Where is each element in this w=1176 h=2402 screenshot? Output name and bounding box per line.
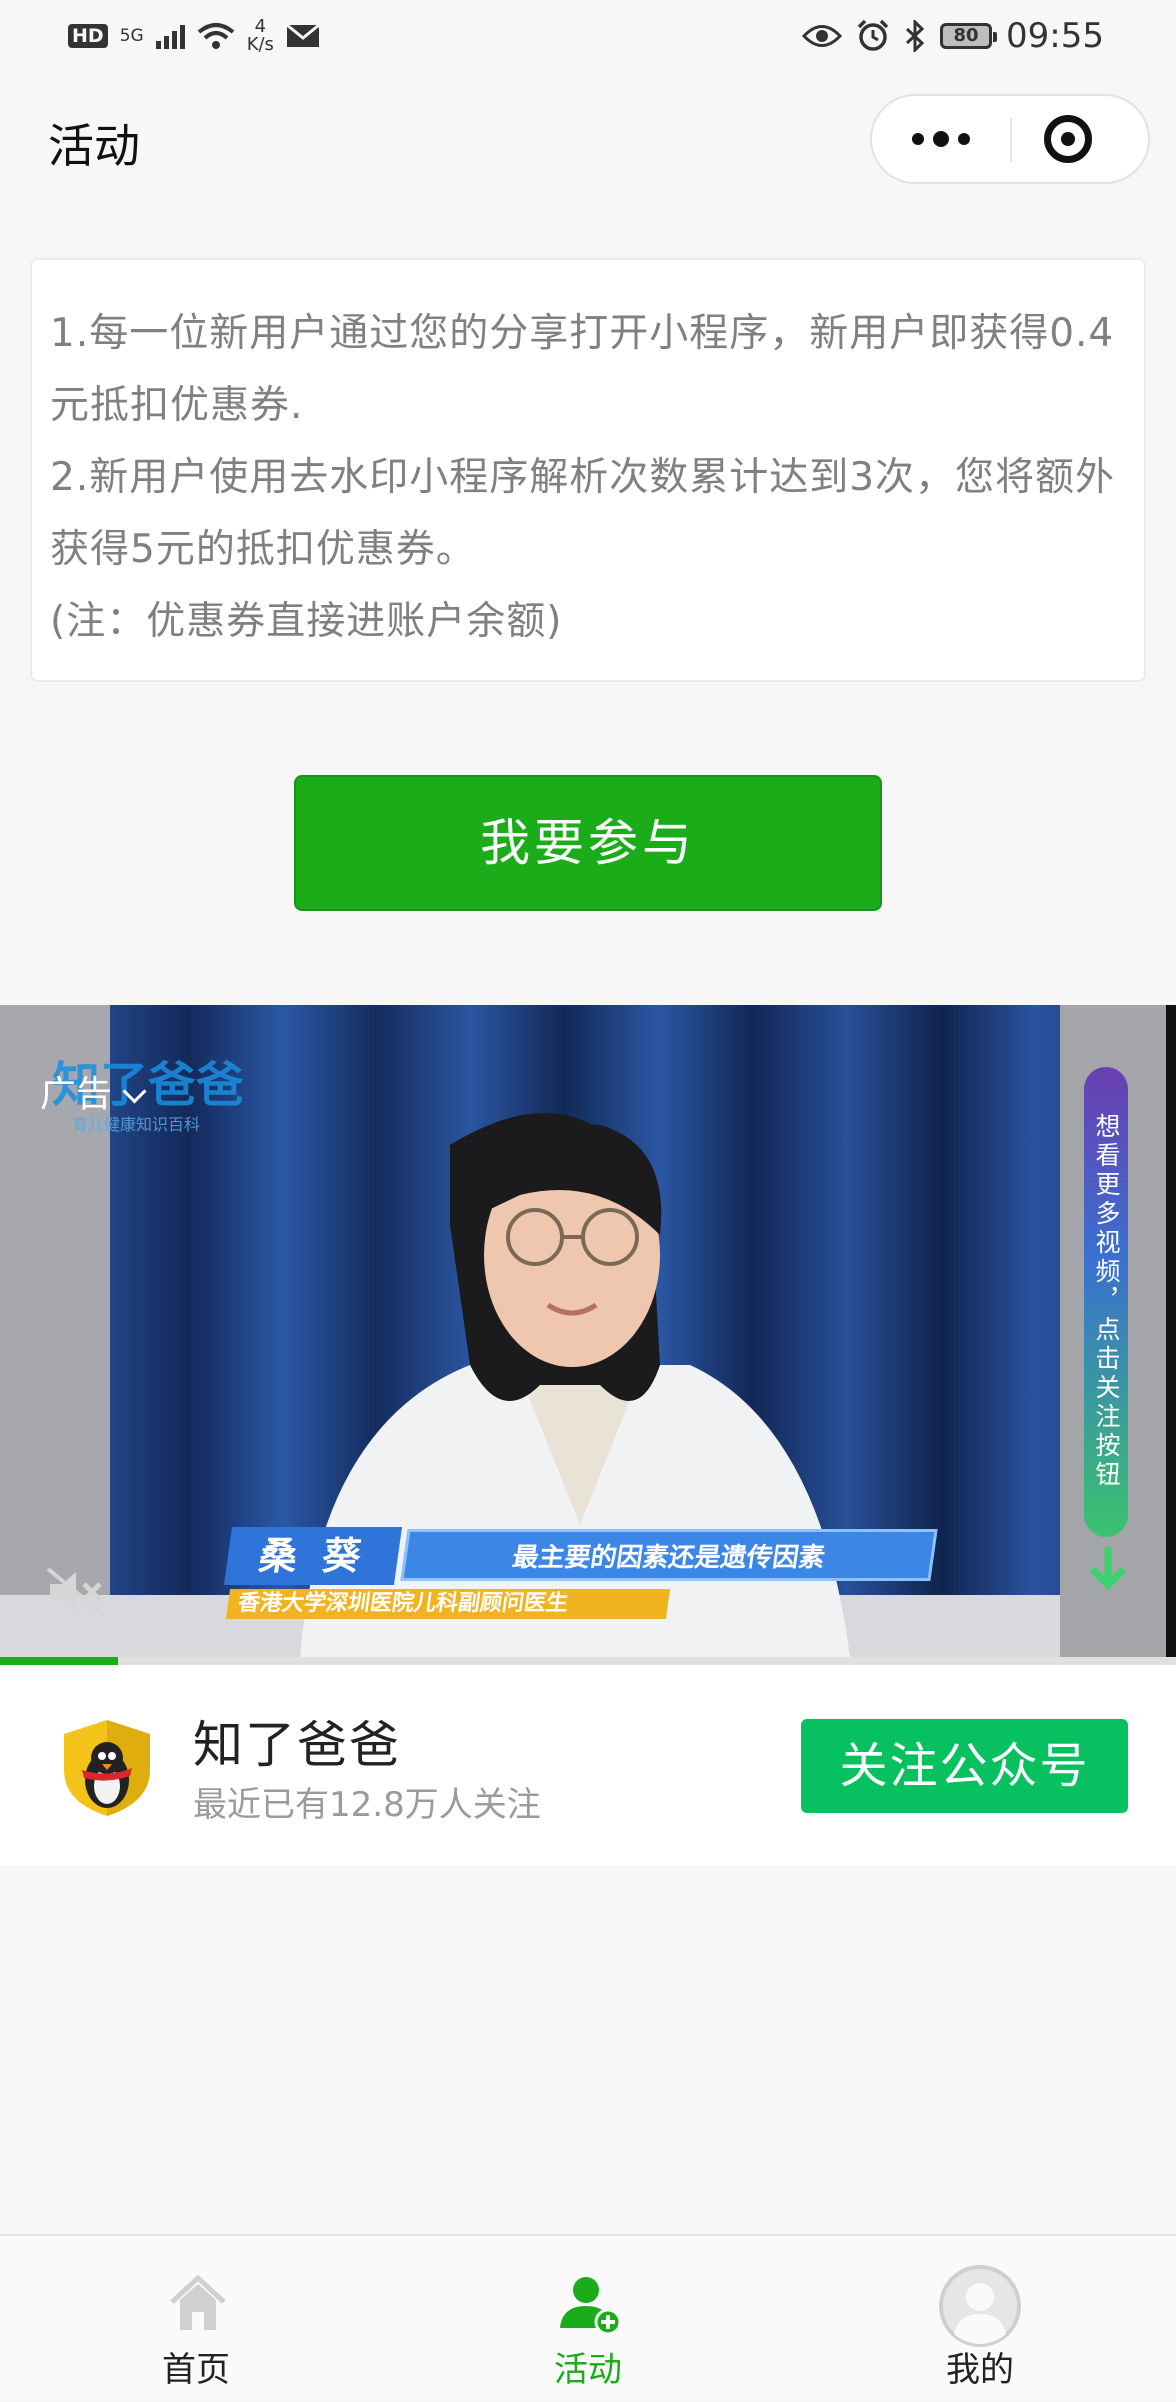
caption-title: 香港大学深圳医院儿科副顾问医生 — [225, 1589, 671, 1619]
network-type: 5G — [119, 26, 144, 46]
rules-card: 1.每一位新用户通过您的分享打开小程序，新用户即获得0.4元抵扣优惠券. 2.新… — [30, 258, 1146, 682]
title-bar: 活动 — [0, 72, 1176, 212]
ad-label-text: 广告 — [40, 1074, 113, 1115]
account-avatar — [64, 1720, 150, 1816]
caption-name: 桑 葵 — [223, 1527, 403, 1585]
tab-mine-label: 我的 — [946, 2350, 1014, 2390]
video-ad[interactable]: 知了爸爸 育儿健康知识百科 广告 想看更多视频，点击关注按钮 桑 葵 最主要的因… — [0, 1005, 1176, 1657]
tab-bar: 首页 活动 我的 — [0, 2234, 1176, 2400]
join-button[interactable]: 我要参与 — [294, 775, 882, 911]
mini-program-capsule — [870, 94, 1150, 184]
tab-home-label: 首页 — [162, 2350, 230, 2390]
tab-activity[interactable]: 活动 — [392, 2236, 784, 2402]
more-icon[interactable] — [872, 96, 1010, 182]
target-icon[interactable] — [1044, 115, 1092, 163]
rule-line: 2.新用户使用去水印小程序解析次数累计达到3次，您将额外获得5元的抵扣优惠券。 — [50, 455, 1116, 572]
status-bar: HD 5G 4 K/s 80 09:55 — [0, 0, 1176, 72]
side-banner-text: 想看更多视频，点击关注按钮 — [1092, 1113, 1121, 1490]
wifi-icon — [197, 23, 234, 49]
bluetooth-icon — [905, 20, 925, 52]
battery-icon: 80 — [940, 23, 998, 49]
tab-home[interactable]: 首页 — [0, 2236, 392, 2402]
rule-note: (注：优惠券直接进账户余额) — [50, 599, 563, 644]
network-speed: 4 K/s — [247, 18, 274, 54]
caption-quote: 最主要的因素还是遗传因素 — [400, 1529, 938, 1581]
alarm-icon — [857, 19, 889, 51]
speed-unit: K/s — [246, 34, 274, 55]
account-name: 知了爸爸 — [193, 1716, 401, 1774]
follow-account-button[interactable]: 关注公众号 — [801, 1719, 1128, 1813]
mail-icon — [285, 24, 320, 47]
chevron-down-icon — [122, 1079, 147, 1104]
mute-icon[interactable] — [46, 1567, 106, 1617]
account-followers: 最近已有12.8万人关注 — [193, 1785, 541, 1825]
tab-mine[interactable]: 我的 — [784, 2236, 1176, 2402]
official-account-card: 知了爸爸 最近已有12.8万人关注 关注公众号 — [0, 1665, 1176, 1865]
tab-activity-label: 活动 — [554, 2350, 622, 2390]
arrow-down-icon — [1089, 1547, 1127, 1590]
capsule-divider — [1010, 118, 1012, 162]
clock: 09:55 — [1006, 16, 1104, 56]
home-icon — [170, 2274, 226, 2330]
video-progress[interactable] — [0, 1657, 1176, 1665]
eye-icon — [802, 25, 843, 47]
ad-label[interactable]: 广告 — [40, 1065, 147, 1117]
user-add-icon — [560, 2277, 622, 2336]
profile-icon — [939, 2265, 1021, 2347]
rule-line: 1.每一位新用户通过您的分享打开小程序，新用户即获得0.4元抵扣优惠券. — [50, 311, 1115, 428]
battery-level: 80 — [953, 25, 979, 46]
page-title: 活动 — [48, 119, 140, 173]
signal-icon — [155, 23, 185, 49]
video-progress-fill — [0, 1657, 118, 1665]
hd-badge: HD — [68, 24, 108, 48]
